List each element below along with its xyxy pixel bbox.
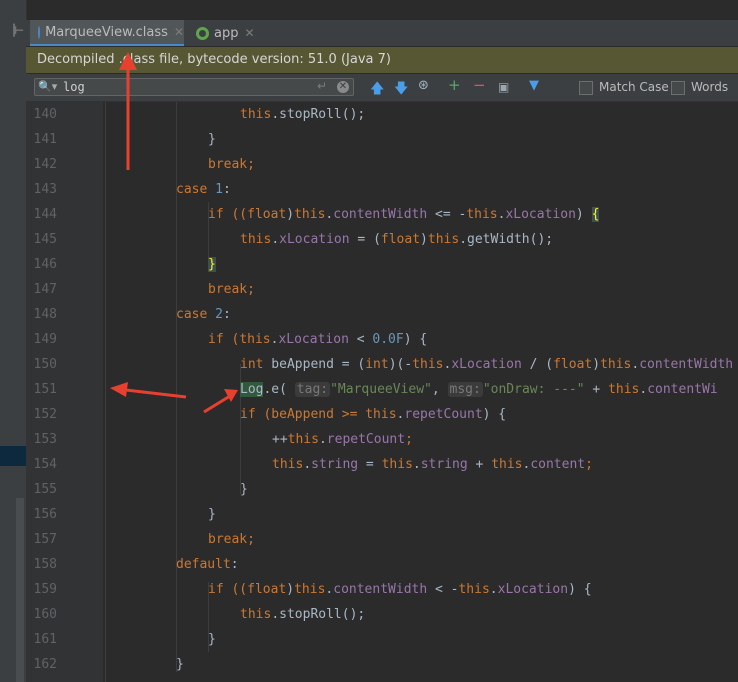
annotation-arrow-diagonal: [203, 389, 238, 414]
annotation-arrow-up: [119, 52, 137, 170]
annotation-arrow-left: [110, 382, 187, 399]
annotation-arrows: [110, 52, 238, 414]
